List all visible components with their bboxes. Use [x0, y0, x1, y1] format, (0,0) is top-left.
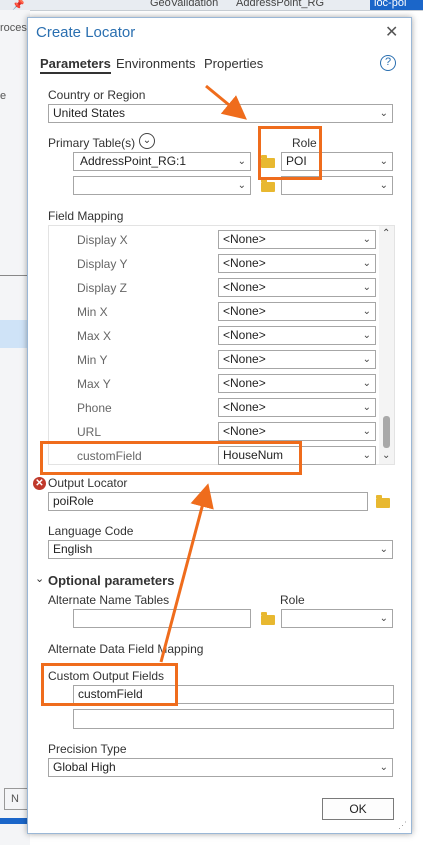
annotation-arrows: [159, 84, 247, 663]
arrow-to-customfield: [159, 483, 214, 663]
arrow-to-role: [205, 84, 247, 120]
